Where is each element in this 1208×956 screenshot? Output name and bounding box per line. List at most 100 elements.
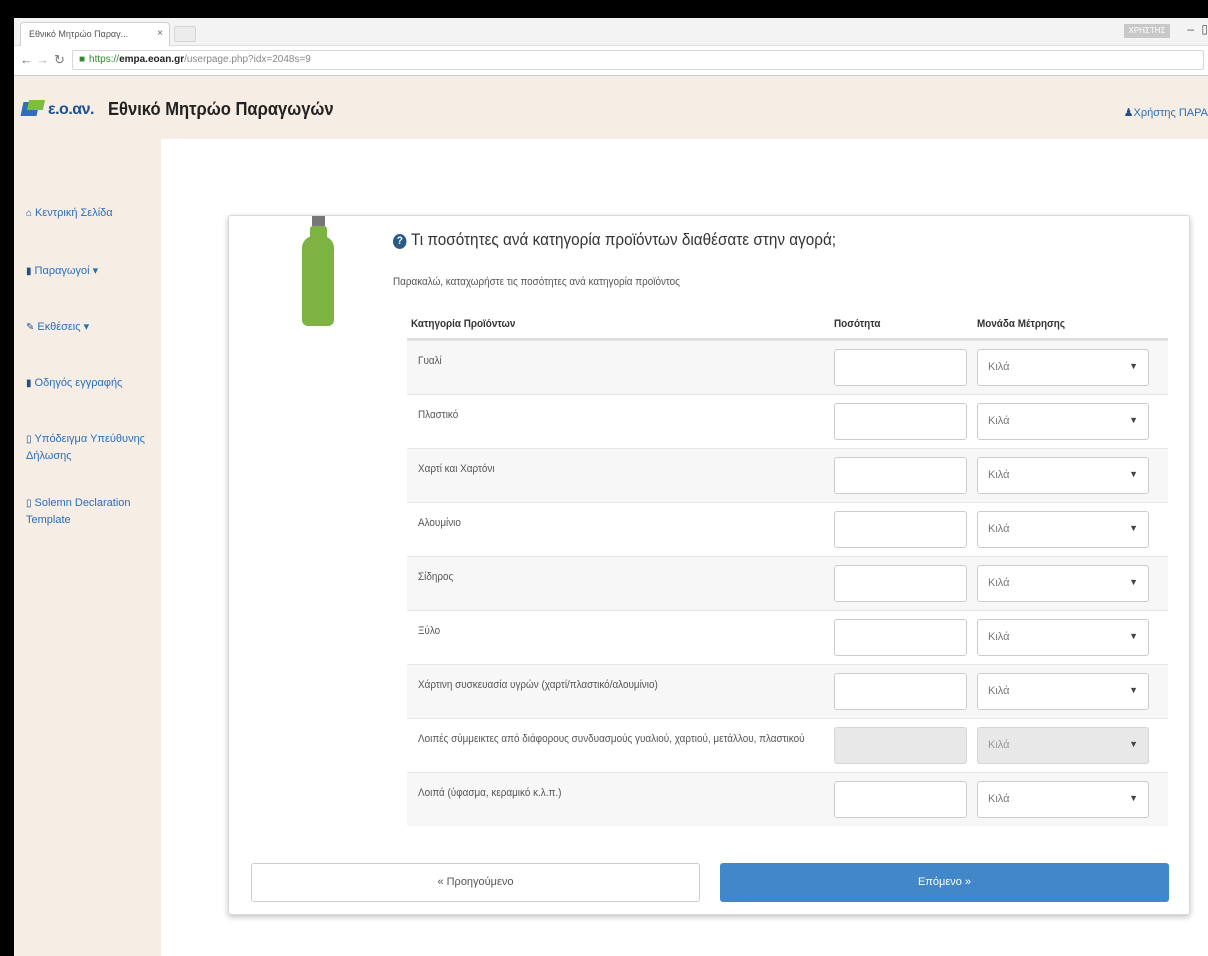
quantity-input[interactable] <box>834 457 967 494</box>
sidebar-item-registration-guide[interactable]: ▮ Οδηγός εγγραφής <box>26 375 156 392</box>
unit-value: Κιλά <box>988 793 1010 805</box>
quantity-input[interactable] <box>834 673 967 710</box>
quantity-input[interactable] <box>834 511 967 548</box>
page-title: Εθνικό Μητρώο Παραγωγών <box>107 99 334 119</box>
user-menu-link[interactable]: ♟Χρήστης ΠΑΡΑ <box>1124 106 1208 119</box>
minimize-button[interactable]: – <box>1187 22 1194 36</box>
unit-value: Κιλά <box>988 631 1010 643</box>
next-button[interactable]: Επόμενο » <box>720 863 1169 902</box>
previous-button[interactable]: « Προηγούμενο <box>251 863 700 902</box>
column-header-quantity: Ποσότητα <box>834 318 881 330</box>
category-label: Λοιπά (ύφασμα, κεραμικό κ.λ.π.) <box>418 787 562 799</box>
sidebar-item-home[interactable]: ⌂ Κεντρική Σελίδα <box>26 205 156 222</box>
logo[interactable]: ε.ο.αν. Εθνικό Μητρώο Παραγωγών <box>20 99 353 120</box>
new-tab-button[interactable] <box>174 26 196 42</box>
main-content: ? Τι ποσότητες ανά κατηγορία προϊόντων δι… <box>161 139 1208 956</box>
sidebar-item-label: Οδηγός εγγραφής <box>34 377 123 389</box>
unit-select[interactable]: Κιλά ▼ <box>977 403 1149 440</box>
question-icon: ? <box>393 234 407 249</box>
category-label: Σίδηρος <box>418 571 454 583</box>
forward-arrow-icon[interactable]: → <box>36 52 49 67</box>
table-row: Χαρτί και Χαρτόνι Κιλά ▼ <box>407 448 1168 502</box>
unit-select[interactable]: Κιλά ▼ <box>977 619 1149 656</box>
table-row: Σίδηρος Κιλά ▼ <box>407 556 1168 610</box>
sidebar-item-label: Υπόδειγμα Υπεύθυνης Δήλωσης <box>26 433 145 462</box>
sidebar-item-declaration-template-gr[interactable]: ▯ Υπόδειγμα Υπεύθυνης Δήλωσης <box>26 431 156 464</box>
close-icon[interactable]: × <box>157 28 163 39</box>
reload-icon[interactable]: ↻ <box>54 52 65 68</box>
unit-select[interactable]: Κιλά ▼ <box>977 457 1149 494</box>
user-icon: ♟ <box>1123 107 1134 119</box>
table-row: Λοιπές σύμμεικτες από διάφορους συνδυασμ… <box>407 718 1168 772</box>
bottle-icon <box>301 216 335 328</box>
unit-select[interactable]: Κιλά ▼ <box>977 781 1149 818</box>
url-host: empa.eoan.gr <box>119 54 185 65</box>
sidebar-item-producers[interactable]: ▮ Παραγωγοί ▾ <box>26 263 156 280</box>
logo-icon <box>20 99 48 120</box>
quantity-input[interactable] <box>834 565 967 602</box>
sidebar-item-reports[interactable]: ✎ Εκθέσεις ▾ <box>26 319 156 336</box>
tab-bar: Εθνικό Μητρώο Παραγ... × ΧΡΗΣΤΗΣ – ▯ <box>14 18 1208 46</box>
quantities-table: Κατηγορία Προϊόντων Ποσότητα Μονάδα Μέτρ… <box>407 312 1168 826</box>
unit-value: Κιλά <box>988 523 1010 535</box>
browser-window: Εθνικό Μητρώο Παραγ... × ΧΡΗΣΤΗΣ – ▯ ← →… <box>14 18 1208 956</box>
url-scheme: https:// <box>89 54 120 65</box>
sidebar-item-label: Εκθέσεις ▾ <box>37 321 90 333</box>
chevron-down-icon: ▼ <box>1129 415 1138 425</box>
pencil-icon: ✎ <box>26 322 35 333</box>
document-icon: ▯ <box>26 434 32 445</box>
window-user-badge[interactable]: ΧΡΗΣΤΗΣ <box>1124 24 1170 38</box>
unit-value: Κιλά <box>988 415 1010 427</box>
quantity-input-disabled <box>834 727 967 764</box>
unit-select[interactable]: Κιλά ▼ <box>977 511 1149 548</box>
table-row: Αλουμίνιο Κιλά ▼ <box>407 502 1168 556</box>
category-label: Αλουμίνιο <box>418 517 461 529</box>
chevron-down-icon: ▼ <box>1129 685 1138 695</box>
app-header: ε.ο.αν. Εθνικό Μητρώο Παραγωγών ♟Χρήστης… <box>14 77 1208 139</box>
category-label: Λοιπές σύμμεικτες από διάφορους συνδυασμ… <box>418 733 805 745</box>
quantity-input[interactable] <box>834 403 967 440</box>
category-label: Χάρτινη συσκευασία υγρών (χαρτί/πλαστικό… <box>418 679 658 691</box>
chevron-down-icon: ▼ <box>1129 469 1138 479</box>
question-text: Τι ποσότητες ανά κατηγορία προϊόντων δια… <box>411 230 837 249</box>
unit-value: Κιλά <box>988 469 1010 481</box>
url-input[interactable]: ■ https://empa.eoan.gr/userpage.php?idx=2… <box>72 50 1204 70</box>
address-bar: ← → ↻ ■ https://empa.eoan.gr/userpage.php… <box>14 46 1208 76</box>
unit-select[interactable]: Κιλά ▼ <box>977 673 1149 710</box>
browser-tab[interactable]: Εθνικό Μητρώο Παραγ... × <box>20 22 170 46</box>
chevron-down-icon: ▼ <box>1129 739 1138 749</box>
document-icon: ▯ <box>26 498 32 509</box>
chevron-down-icon: ▼ <box>1129 793 1138 803</box>
column-header-unit: Μονάδα Μέτρησης <box>977 318 1066 330</box>
form-question: ? Τι ποσότητες ανά κατηγορία προϊόντων δι… <box>393 230 836 250</box>
quantity-input[interactable] <box>834 619 967 656</box>
column-header-category: Κατηγορία Προϊόντων <box>411 318 516 330</box>
maximize-icon[interactable]: ▯ <box>1201 22 1208 36</box>
table-row: Ξύλο Κιλά ▼ <box>407 610 1168 664</box>
unit-value: Κιλά <box>988 577 1010 589</box>
unit-select-disabled: Κιλά ▼ <box>977 727 1149 764</box>
form-card: ? Τι ποσότητες ανά κατηγορία προϊόντων δι… <box>228 215 1190 915</box>
sidebar: ⌂ Κεντρική Σελίδα ▮ Παραγωγοί ▾ ✎ Εκθέσεις … <box>14 139 161 956</box>
unit-value: Κιλά <box>988 739 1010 751</box>
home-icon: ⌂ <box>26 208 33 219</box>
category-label: Γυαλί <box>418 355 442 367</box>
url-path: /userpage.php?idx=2048s=9 <box>184 54 311 65</box>
unit-value: Κιλά <box>988 685 1010 697</box>
sidebar-item-label: Παραγωγοί ▾ <box>34 265 99 277</box>
category-label: Χαρτί και Χαρτόνι <box>418 463 495 475</box>
chevron-down-icon: ▼ <box>1129 631 1138 641</box>
lock-icon: ■ <box>79 54 86 65</box>
unit-select[interactable]: Κιλά ▼ <box>977 349 1149 386</box>
unit-select[interactable]: Κιλά ▼ <box>977 565 1149 602</box>
category-label: Πλαστικό <box>418 409 459 421</box>
category-label: Ξύλο <box>418 625 441 637</box>
back-arrow-icon[interactable]: ← <box>20 52 33 67</box>
quantity-input[interactable] <box>834 781 967 818</box>
quantity-input[interactable] <box>834 349 967 386</box>
sidebar-item-declaration-template-en[interactable]: ▯ Solemn Declaration Template <box>26 495 156 528</box>
sidebar-item-label: Κεντρική Σελίδα <box>35 207 113 219</box>
book-icon: ▮ <box>26 378 32 389</box>
table-row: Πλαστικό Κιλά ▼ <box>407 394 1168 448</box>
table-row: Λοιπά (ύφασμα, κεραμικό κ.λ.π.) Κιλά ▼ <box>407 772 1168 826</box>
